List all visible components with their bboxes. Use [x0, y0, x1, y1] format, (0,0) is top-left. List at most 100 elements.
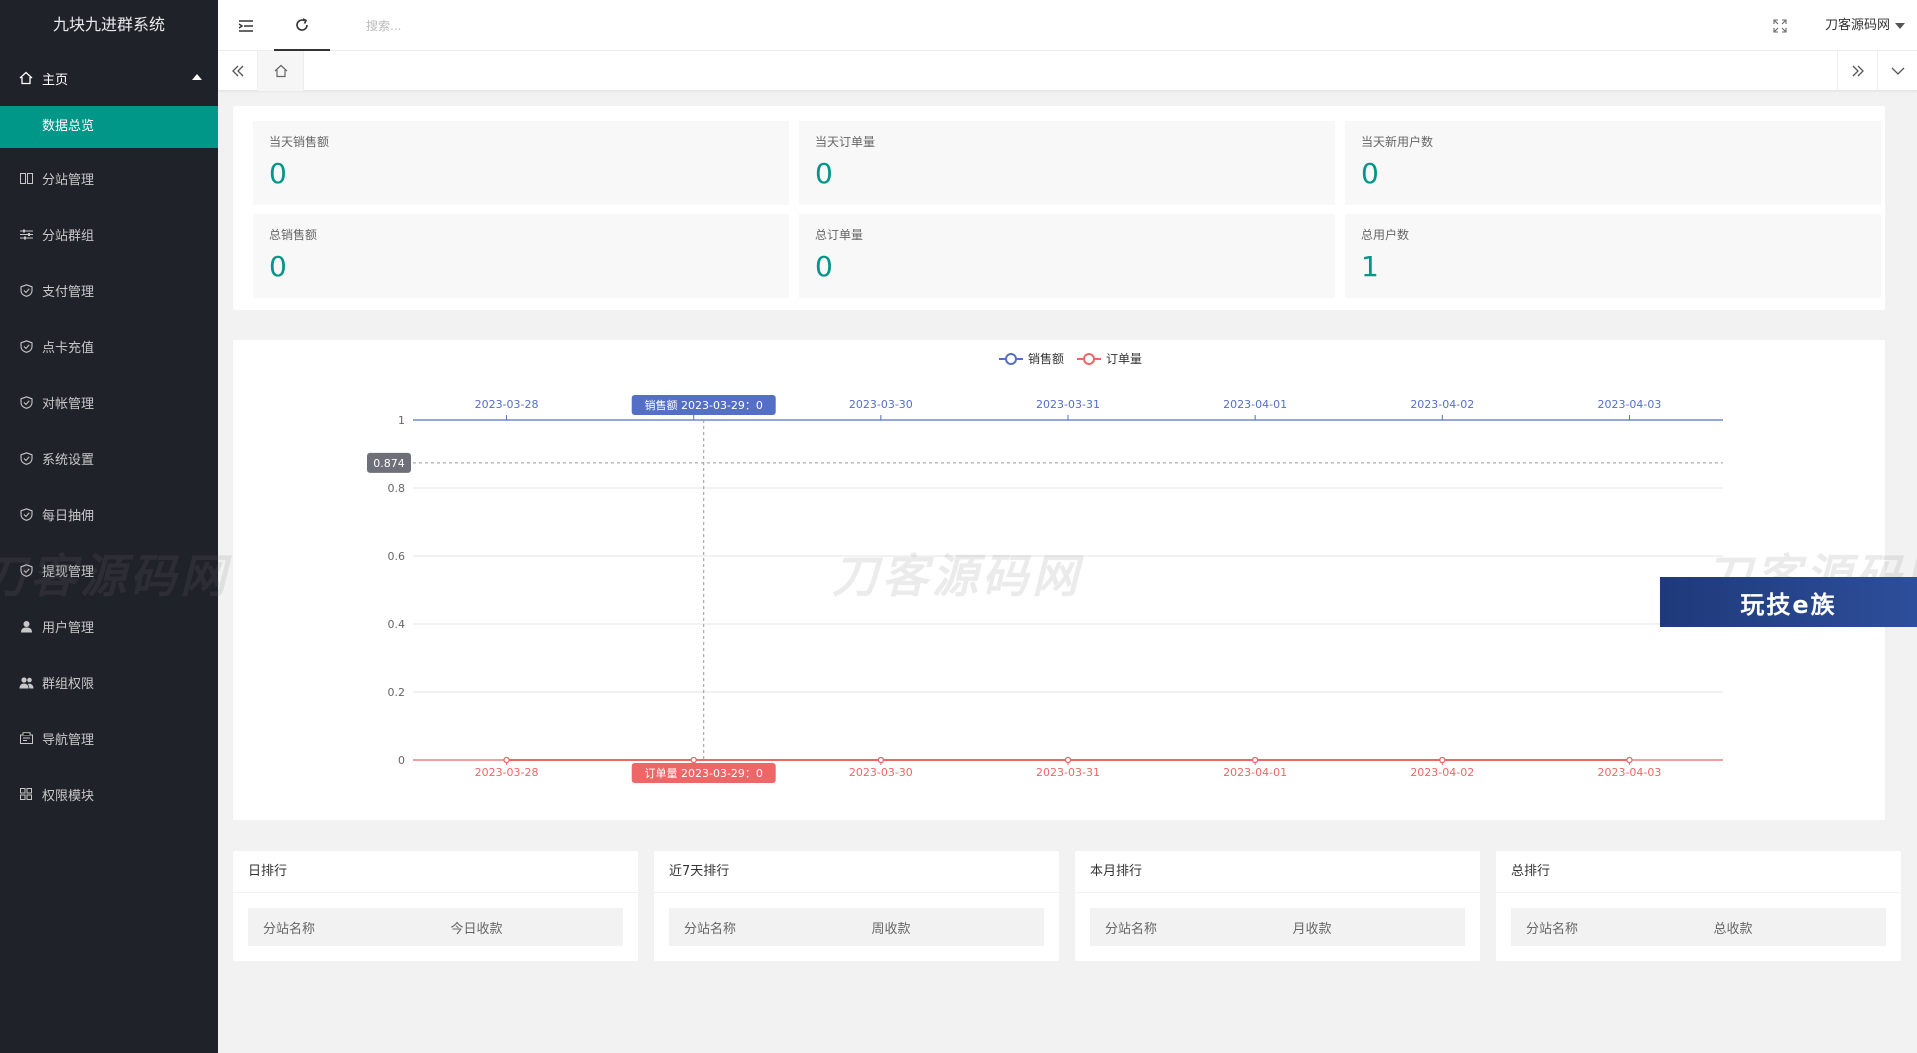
tabs-bar — [218, 51, 1917, 91]
columns-icon — [18, 170, 34, 186]
x-tick-label-bottom: 2023-04-01 — [1223, 766, 1287, 779]
sidebar-item-10[interactable]: 导航管理 — [0, 710, 218, 766]
y-tick-label: 0 — [398, 754, 405, 767]
sidebar-item-5[interactable]: 系统设置 — [0, 430, 218, 486]
data-point — [690, 756, 697, 764]
stat-label: 当天订单量 — [815, 135, 876, 149]
column-header: 分站名称 — [1105, 921, 1158, 937]
legend-label: 订单量 — [1106, 352, 1142, 366]
sidebar-item-label: 系统设置 — [42, 452, 95, 468]
sidebar-item-label: 点卡充值 — [42, 340, 95, 356]
ranking-title: 总排行 — [1496, 851, 1901, 893]
nav-icon — [18, 730, 34, 746]
sidebar-item-label: 分站管理 — [42, 172, 95, 188]
sidebar-item-9[interactable]: 群组权限 — [0, 654, 218, 710]
ranking-month: 本月排行 分站名称 月收款 — [1075, 851, 1480, 961]
sidebar-item-label: 支付管理 — [42, 284, 95, 300]
sidebar-item-label: 每日抽佣 — [42, 508, 95, 524]
stat-today-sales: 当天销售额 0 — [253, 121, 789, 205]
legend-label: 销售额 — [1028, 351, 1064, 366]
sidebar-item-11[interactable]: 权限模块 — [0, 766, 218, 822]
tabs-scroll-right-button[interactable] — [1837, 51, 1877, 91]
stat-value: 0 — [269, 157, 287, 190]
stat-total-orders: 总订单量 0 — [799, 214, 1335, 298]
sidebar-item-2[interactable]: 支付管理 — [0, 262, 218, 318]
shield-icon — [18, 338, 34, 354]
x-tick-label-top: 2023-04-02 — [1410, 398, 1474, 411]
sidebar-item-4[interactable]: 对帐管理 — [0, 374, 218, 430]
column-header: 分站名称 — [684, 921, 737, 937]
sidebar-item-label: 主页 — [42, 72, 69, 88]
sidebar-subitem-overview[interactable]: 数据总览 — [0, 106, 218, 148]
refresh-button[interactable] — [274, 0, 330, 51]
chevron-down-icon — [1891, 67, 1904, 75]
sidebar-item-label: 权限模块 — [42, 788, 95, 804]
x-tick-label-bottom: 2023-03-31 — [1036, 766, 1100, 779]
x-tick-label-top: 2023-04-03 — [1597, 398, 1661, 411]
x-tick-label-top: 2023-04-01 — [1223, 398, 1287, 411]
y-tick-label: 0.4 — [388, 618, 406, 631]
watermark: 刀客源码网 — [0, 549, 230, 603]
app-title: 九块九进群系统 — [52, 15, 165, 34]
x-tick-label-bottom: 2023-04-02 — [1410, 766, 1474, 779]
column-header: 分站名称 — [263, 921, 316, 937]
watermark: 刀客源码网 — [832, 549, 1082, 603]
tab-home[interactable] — [258, 51, 304, 91]
stat-label: 当天新用户数 — [1361, 135, 1434, 149]
sidebar-item-home[interactable]: 主页 — [0, 50, 218, 106]
shield-icon — [18, 450, 34, 466]
stat-label: 总订单量 — [815, 228, 864, 242]
sidebar-item-1[interactable]: 分站群组 — [0, 206, 218, 262]
double-chevron-right-icon — [1852, 65, 1864, 77]
refresh-icon — [296, 17, 308, 31]
fullscreen-icon — [1773, 19, 1787, 33]
sidebar-item-label: 导航管理 — [42, 732, 95, 748]
stat-value: 1 — [1361, 250, 1379, 283]
watermark-badge: 玩技e族 — [1660, 577, 1917, 627]
sidebar-item-8[interactable]: 用户管理 — [0, 598, 218, 654]
stat-value: 0 — [815, 157, 833, 190]
tooltip-bottom-label: 订单量 2023-03-29：0 — [645, 767, 763, 780]
caret-down-icon — [1895, 22, 1905, 29]
caret-up-icon — [192, 74, 202, 80]
ranking-total: 总排行 分站名称 总收款 — [1496, 851, 1901, 961]
shield-icon — [18, 282, 34, 298]
sidebar: 九块九进群系统 主页 数据总览 分站管理分站群组支付管理点卡充值对帐管理系统设置… — [0, 0, 218, 1053]
ranking-daily: 日排行 分站名称 今日收款 — [233, 851, 638, 961]
users-icon — [18, 674, 34, 690]
stat-total-users: 总用户数 1 — [1345, 214, 1881, 298]
sidebar-item-3[interactable]: 点卡充值 — [0, 318, 218, 374]
sidebar-item-label: 用户管理 — [42, 620, 95, 636]
stat-today-orders: 当天订单量 0 — [799, 121, 1335, 205]
x-tick-label-bottom: 2023-03-28 — [475, 766, 539, 779]
data-point — [1252, 756, 1259, 764]
sidebar-item-0[interactable]: 分站管理 — [0, 150, 218, 206]
stat-value: 0 — [269, 250, 287, 283]
sidebar-item-label: 对帐管理 — [42, 396, 95, 412]
stat-today-new-users: 当天新用户数 0 — [1345, 121, 1881, 205]
tabs-scroll-left-button[interactable] — [218, 51, 258, 91]
ranking-table-header: 分站名称 周收款 — [669, 908, 1044, 946]
stat-total-sales: 总销售额 0 — [253, 214, 789, 298]
stat-label: 总用户数 — [1361, 228, 1410, 242]
user-menu[interactable]: 刀客源码网 — [1825, 0, 1905, 51]
collapse-menu-button[interactable] — [218, 0, 274, 51]
ranking-7days: 近7天排行 分站名称 周收款 — [654, 851, 1059, 961]
stat-label: 总销售额 — [269, 228, 318, 242]
double-chevron-left-icon — [231, 65, 243, 77]
column-header: 月收款 — [1292, 921, 1332, 937]
search-input[interactable] — [366, 14, 566, 38]
sidebar-item-label: 分站群组 — [42, 228, 95, 244]
data-point — [503, 756, 510, 764]
legend-marker — [1005, 353, 1017, 365]
stat-value: 0 — [815, 250, 833, 283]
fullscreen-button[interactable] — [1773, 18, 1787, 33]
y-pointer-label: 0.874 — [373, 457, 405, 470]
y-tick-label: 0.2 — [388, 686, 406, 699]
x-tick-label-bottom: 2023-04-03 — [1597, 766, 1661, 779]
x-tick-label-top: 2023-03-31 — [1036, 398, 1100, 411]
shield-icon — [18, 506, 34, 522]
x-tick-label-top: 2023-03-28 — [475, 398, 539, 411]
tabs-more-button[interactable] — [1877, 51, 1917, 91]
sidebar-item-6[interactable]: 每日抽佣 — [0, 486, 218, 542]
